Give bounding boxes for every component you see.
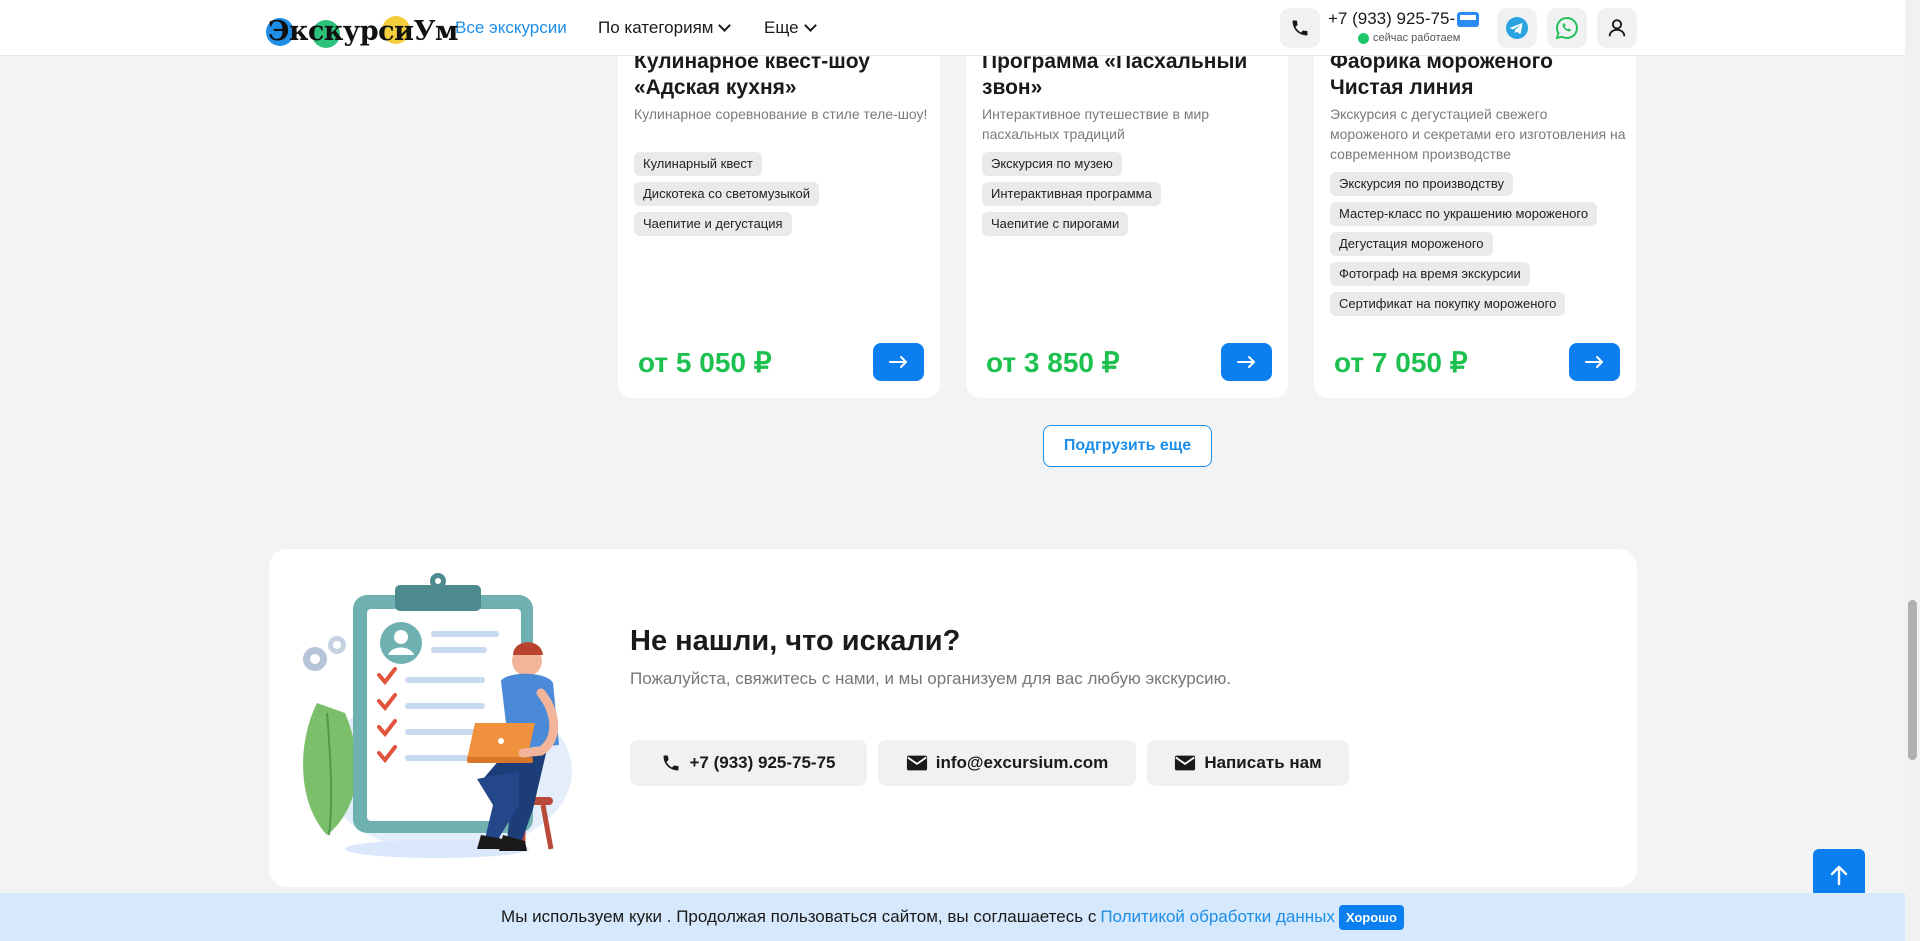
nav-all-label: Все экскурсии	[455, 18, 567, 37]
logo[interactable]: ЭкскурсиУм	[266, 14, 458, 48]
nav-more[interactable]: Еще	[764, 0, 817, 56]
contact-email-button[interactable]: info@excursium.com	[878, 740, 1136, 786]
card-tag: Сертификат на покупку мороженого	[1330, 292, 1566, 316]
card-tag: Экскурсия по производству	[1330, 172, 1513, 196]
excursion-card[interactable]: Программа «Пасхальный звон» Интерактивно…	[966, 40, 1288, 398]
card-title[interactable]: Кулинарное квест-шоу «Адская кухня»	[634, 49, 934, 101]
nav-more-label: Еще	[764, 18, 799, 37]
excursion-card[interactable]: Фабрика мороженого Чистая линия Экскурси…	[1314, 40, 1636, 398]
nav-categories-label: По категориям	[598, 18, 714, 37]
card-tag: Чаепитие и дегустация	[634, 212, 792, 236]
nav-categories[interactable]: По категориям	[598, 0, 732, 56]
contact-section: Не нашли, что искали? Пожалуйста, свяжит…	[269, 549, 1637, 887]
nav-all-excursions[interactable]: Все экскурсии	[455, 0, 567, 56]
arrow-up-icon	[1830, 865, 1848, 886]
card-open-button[interactable]	[1221, 343, 1272, 381]
site-header: ЭкскурсиУм Все экскурсии По категориям Е…	[0, 0, 1905, 56]
cookie-text: Мы используем куки . Продолжая пользоват…	[501, 907, 1097, 926]
clipboard-illustration	[303, 573, 572, 858]
card-description: Интерактивное путешествие в мир пасхальн…	[982, 106, 1210, 142]
chevron-down-icon	[803, 19, 817, 32]
privacy-policy-link[interactable]: Политикой обработки данных	[1100, 907, 1335, 927]
card-tags: Кулинарный квест Дискотека со светомузык…	[634, 152, 930, 236]
card-tag: Дегустация мороженого	[1330, 232, 1493, 256]
mail-icon	[906, 755, 927, 771]
arrow-right-icon	[1236, 356, 1255, 368]
card-price: от 7 050 ₽	[1334, 347, 1468, 378]
telegram-icon	[1506, 17, 1528, 39]
card-tag: Кулинарный квест	[634, 152, 762, 176]
card-open-button[interactable]	[1569, 343, 1620, 381]
excursion-card[interactable]: Кулинарное квест-шоу «Адская кухня» Кули…	[618, 40, 940, 398]
card-tags: Экскурсия по производству Мастер-класс п…	[1330, 172, 1626, 316]
card-tags: Экскурсия по музею Интерактивная програм…	[982, 152, 1278, 236]
contact-email-label: info@excursium.com	[935, 753, 1109, 772]
account-button[interactable]	[1597, 8, 1637, 48]
status-dot-icon	[1358, 32, 1369, 44]
phone-icon	[1292, 20, 1308, 36]
card-tag: Мастер-класс по украшению мороженого	[1330, 202, 1598, 226]
contact-title: Не нашли, что искали?	[630, 625, 961, 657]
cookie-accept-button[interactable]: Хорошо	[1338, 904, 1404, 930]
card-title[interactable]: Программа «Пасхальный звон»	[982, 49, 1282, 101]
card-price: от 3 850 ₽	[986, 347, 1120, 378]
write-us-button[interactable]: Написать нам	[1147, 740, 1349, 786]
scrollbar-thumb[interactable]	[1908, 600, 1917, 760]
arrow-right-icon	[1584, 356, 1603, 368]
card-description: Кулинарное соревнование в стиле теле-шоу…	[634, 106, 928, 122]
header-phone-number: +7 (933) 925-75-	[1328, 9, 1456, 28]
phone-call-button[interactable]	[1280, 8, 1320, 48]
contact-subtitle: Пожалуйста, свяжитесь с нами, и мы орган…	[630, 669, 1232, 688]
card-title[interactable]: Фабрика мороженого Чистая линия	[1330, 49, 1630, 101]
card-open-button[interactable]	[873, 343, 924, 381]
contact-phone-label: +7 (933) 925-75-75	[689, 753, 836, 772]
logo-text: ЭкскурсиУм	[268, 15, 458, 47]
user-icon	[1608, 19, 1626, 37]
whatsapp-button[interactable]	[1547, 8, 1587, 48]
load-more-button[interactable]: Подгрузить еще	[1043, 425, 1212, 467]
card-tag: Фотограф на время экскурсии	[1330, 262, 1530, 286]
card-tag: Интерактивная программа	[982, 182, 1161, 206]
cookie-banner: Мы используем куки . Продолжая пользоват…	[0, 893, 1905, 941]
card-tag: Чаепитие с пирогами	[982, 212, 1129, 236]
work-status: сейчас работаем	[1358, 32, 1479, 44]
whatsapp-icon	[1555, 16, 1578, 40]
write-us-label: Написать нам	[1204, 753, 1322, 772]
arrow-right-icon	[888, 356, 907, 368]
mail-icon	[1175, 755, 1196, 771]
chevron-down-icon	[718, 19, 732, 32]
card-tag: Экскурсия по музею	[982, 152, 1122, 176]
header-phone[interactable]: +7 (933) 925-75- сейчас работаем	[1328, 9, 1480, 44]
work-status-text: сейчас работаем	[1373, 32, 1461, 44]
bus-icon	[1457, 11, 1480, 27]
contact-phone-button[interactable]: +7 (933) 925-75-75	[630, 740, 867, 786]
telegram-button[interactable]	[1497, 8, 1537, 48]
page-scrollbar[interactable]	[1905, 0, 1920, 941]
card-price: от 5 050 ₽	[638, 347, 772, 378]
card-tag: Дискотека со светомузыкой	[634, 182, 819, 206]
card-description: Экскурсия с дегустацией свежего морожено…	[1330, 106, 1626, 162]
phone-icon	[663, 755, 679, 771]
